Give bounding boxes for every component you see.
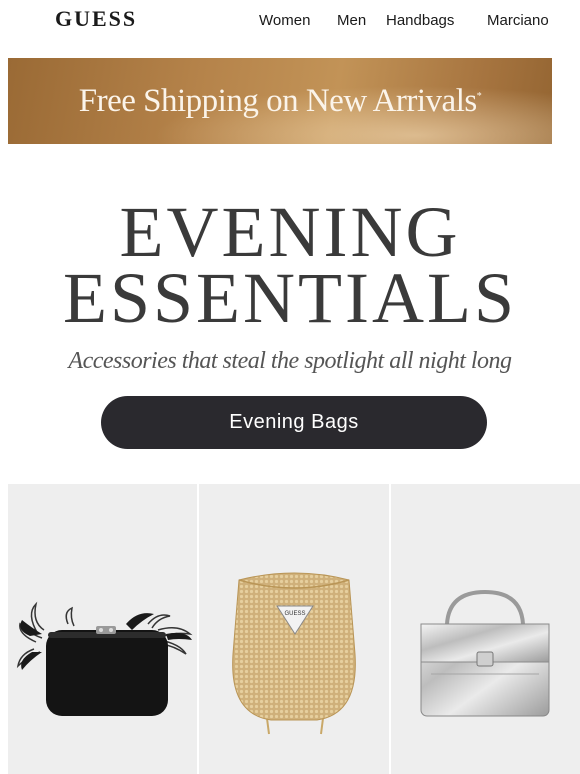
top-navigation: GUESS Women Men Handbags Marciano bbox=[0, 0, 580, 42]
product-tile-3[interactable] bbox=[391, 484, 580, 774]
nav-women[interactable]: Women bbox=[259, 12, 310, 29]
black-feather-clutch-image bbox=[16, 601, 193, 716]
nav-handbags[interactable]: Handbags bbox=[386, 12, 454, 29]
evening-bags-button[interactable]: Evening Bags bbox=[101, 396, 487, 449]
banner-footnote-mark: * bbox=[476, 90, 482, 102]
gold-mesh-bucket-bag-image: GUESS bbox=[232, 572, 356, 735]
hero-subtitle: Accessories that steal the spotlight all… bbox=[68, 348, 512, 374]
nav-marciano[interactable]: Marciano bbox=[487, 12, 549, 29]
silver-top-handle-bag-image bbox=[420, 589, 550, 717]
free-shipping-banner[interactable]: Free Shipping on New Arrivals* bbox=[8, 58, 552, 144]
headline-line-2: ESSENTIALS bbox=[62, 258, 518, 338]
nav-men[interactable]: Men bbox=[337, 12, 366, 29]
guess-logo[interactable]: GUESS bbox=[55, 6, 137, 32]
product-tile-2[interactable]: GUESS bbox=[199, 484, 389, 774]
banner-text: Free Shipping on New Arrivals* bbox=[78, 82, 482, 119]
product-tile-1[interactable] bbox=[8, 484, 197, 774]
guess-triangle-badge: GUESS bbox=[284, 611, 305, 617]
